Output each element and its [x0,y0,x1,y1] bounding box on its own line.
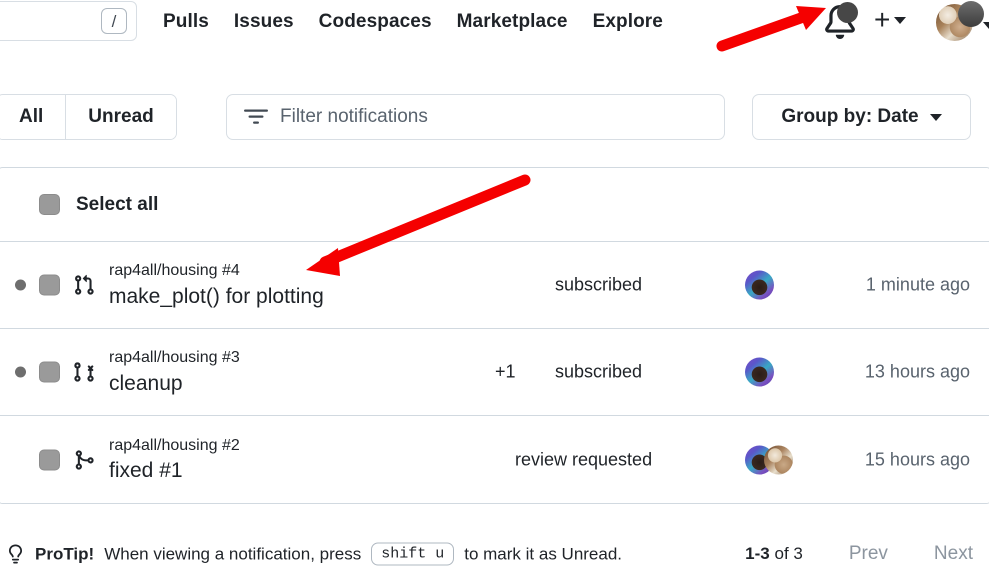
pagination-range: 1-3 [745,544,770,563]
pagination-total: of 3 [774,544,803,563]
chevron-down-icon [894,16,907,24]
group-by-button[interactable]: Group by: Date [752,94,971,140]
notification-row[interactable]: rap4all/housing #3 cleanup +1 subscribed… [0,329,989,416]
select-all-checkbox[interactable] [39,194,60,215]
row-checkbox[interactable] [39,449,60,470]
notification-reason: subscribed [555,274,643,295]
select-all-row[interactable]: Select all [0,168,989,242]
notifications-list: Select all rap4all/housing #4 make_plot(… [0,167,989,504]
nav-item-marketplace[interactable]: Marketplace [457,11,568,33]
notifications-bell-button[interactable] [823,2,858,39]
git-merge-icon [73,449,95,471]
chevron-down-icon [929,113,942,121]
protip-text-after: to mark it as Unread. [464,544,623,563]
notification-text: rap4all/housing #4 make_plot() for plott… [109,260,324,310]
unread-indicator-dot [15,366,26,378]
notification-reason: review requested [515,449,653,469]
repo-and-number: rap4all/housing #3 [109,349,240,367]
read-state-tabs: All Unread [0,94,177,140]
notification-title: cleanup [109,371,183,395]
global-header: / Pulls Issues Codespaces Marketplace Ex… [0,0,989,52]
extra-participants-count: +1 [495,361,516,382]
search-input[interactable]: / [0,1,137,41]
prev-page-button[interactable]: Prev [849,543,888,565]
row-checkbox[interactable] [39,361,60,383]
notifications-filter-bar: All Unread Filter notifications Group by… [0,94,989,140]
avatar-status-indicator [958,1,984,27]
notification-text: rap4all/housing #2 fixed #1 [109,435,240,485]
nav-item-explore[interactable]: Explore [593,11,663,33]
actor-avatars [745,357,774,387]
row-checkbox[interactable] [39,274,60,296]
repo-and-number: rap4all/housing #2 [109,436,240,454]
actor-avatars [745,270,774,300]
unread-indicator-dot [15,279,26,291]
filter-icon [244,109,268,124]
pull-request-closed-icon [73,361,95,383]
avatar [745,270,774,300]
protip: ProTip! When viewing a notification, pre… [6,542,623,566]
group-by-label: Group by: Date [781,106,919,127]
filter-notifications-input[interactable]: Filter notifications [226,94,725,140]
protip-label: ProTip! [35,544,95,563]
tab-unread[interactable]: Unread [65,95,176,139]
plus-icon: + [874,4,891,35]
tab-all[interactable]: All [0,95,66,139]
next-page-button[interactable]: Next [934,543,973,565]
notification-title: fixed #1 [109,459,183,483]
notification-title: make_plot() for plotting [109,284,324,308]
nav-item-codespaces[interactable]: Codespaces [319,11,432,33]
pagination: 1-3 of 3 Prev Next [745,543,973,565]
filter-placeholder-text: Filter notifications [280,106,428,127]
search-shortcut-badge: / [101,8,127,34]
chevron-down-icon [983,22,989,29]
notification-text: rap4all/housing #3 cleanup [109,347,240,397]
nav-item-issues[interactable]: Issues [234,11,294,33]
avatar [764,445,793,474]
lightbulb-icon [8,544,23,564]
repo-and-number: rap4all/housing #4 [109,262,240,280]
avatar [745,357,774,387]
notification-timestamp: 1 minute ago [865,274,970,295]
notification-reason: subscribed [555,361,643,382]
nav-item-pulls[interactable]: Pulls [163,11,209,33]
keyboard-shortcut-badge: shift u [371,542,455,566]
pull-request-open-icon [73,274,95,296]
create-new-button[interactable]: + [874,4,907,35]
notification-row[interactable]: rap4all/housing #2 fixed #1 review reque… [0,416,989,503]
actor-avatars [745,445,793,474]
github-notifications-page: / Pulls Issues Codespaces Marketplace Ex… [0,0,989,578]
notification-timestamp: 13 hours ago [864,361,970,382]
account-menu-button[interactable] [936,1,989,41]
bell-unread-indicator [837,2,858,23]
page-footer: ProTip! When viewing a notification, pre… [0,530,989,578]
protip-text-before: When viewing a notification, press [104,544,362,563]
select-all-label: Select all [76,193,159,215]
notification-row[interactable]: rap4all/housing #4 make_plot() for plott… [0,242,989,329]
notification-timestamp: 15 hours ago [864,449,970,469]
primary-nav: Pulls Issues Codespaces Marketplace Expl… [163,0,663,44]
pagination-count: 1-3 of 3 [745,544,803,564]
